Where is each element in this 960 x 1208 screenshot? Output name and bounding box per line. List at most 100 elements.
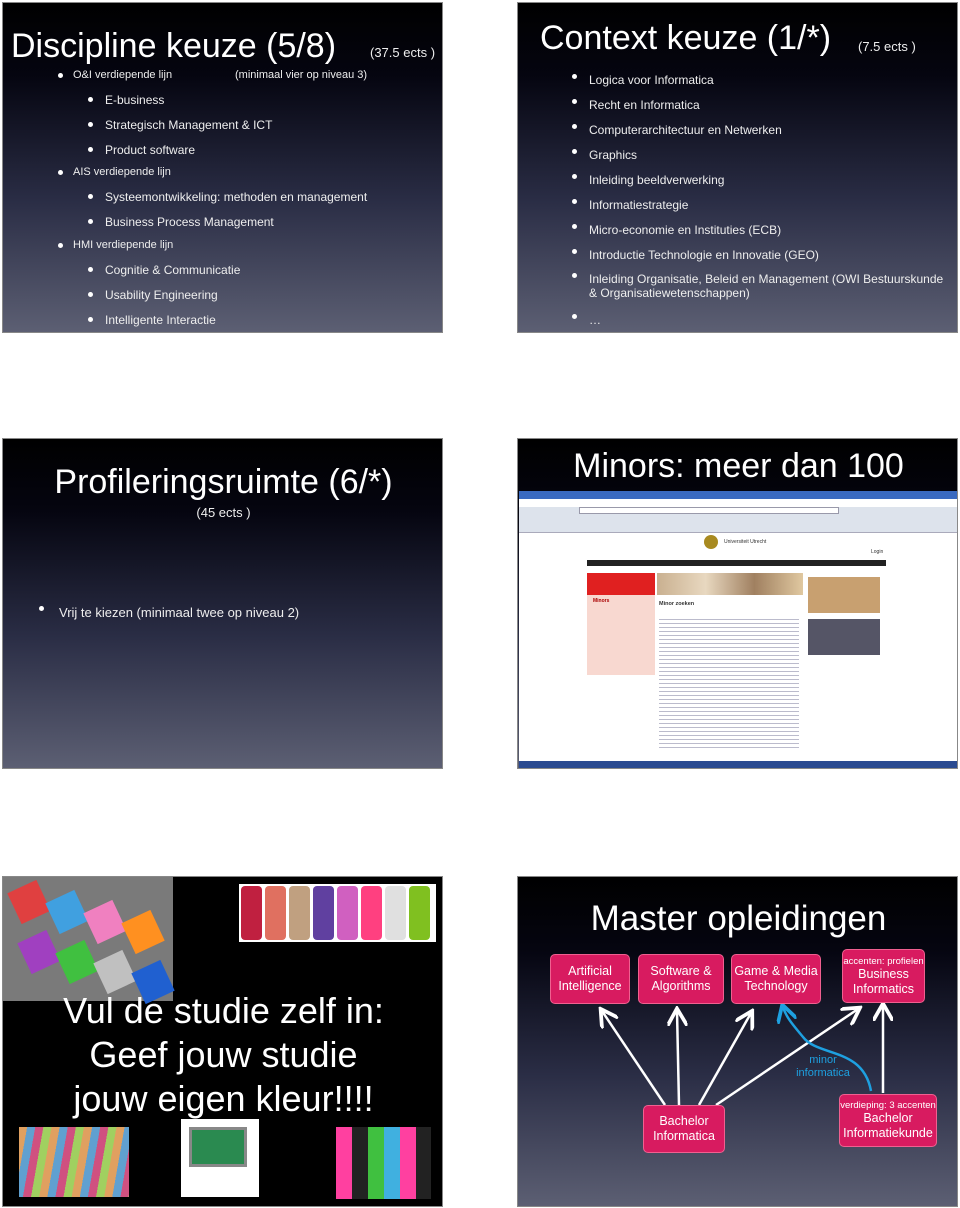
bullet-icon: [88, 194, 93, 199]
slide-eigen-kleur: Vul de studie zelf in: Geef jouw studie …: [2, 876, 443, 1207]
university-name: Universiteit Utrecht: [724, 539, 767, 545]
iphone: [289, 886, 310, 940]
slide-title: Minors: meer dan 100: [573, 447, 904, 485]
iphone: [337, 886, 358, 940]
bullet-text: Informatiestrategie: [589, 198, 689, 212]
bullet-text: Strategisch Management & ICT: [105, 118, 273, 132]
bullet-icon: [39, 606, 44, 611]
bullet-icon: [572, 149, 577, 154]
box-note: accenten: profielen: [843, 955, 924, 967]
menu-heading: Minors: [593, 598, 610, 604]
bullet-icon: [88, 267, 93, 272]
bullet-icon: [88, 292, 93, 297]
bullet-text: E-business: [105, 93, 165, 107]
bullet-icon: [88, 122, 93, 127]
photo: [808, 577, 880, 613]
bullet-text: & Organisatiewetenschappen): [589, 286, 750, 300]
browser-screenshot: Universiteit Utrecht Login Minors Minor …: [519, 491, 957, 768]
bullet-text: Intelligente Interactie: [105, 313, 216, 327]
bullet-text: Computerarchitectuur en Netwerken: [589, 123, 782, 137]
bullet-text: Micro-economie en Instituties (ECB): [589, 223, 782, 237]
bullet-text: …: [589, 313, 601, 327]
bullet-icon: [572, 224, 577, 229]
ects-label: (45 ects ): [196, 505, 251, 520]
ipod: [83, 899, 127, 945]
box-note: verdieping: 3 accenten: [840, 1100, 936, 1111]
arrow: [697, 1013, 751, 1106]
browser-toolbar: [519, 507, 957, 533]
iphone: [313, 886, 334, 940]
master-game-media: Game & Media Technology: [731, 954, 821, 1004]
slide-minors: Minors: meer dan 100 Universiteit Utrech…: [517, 438, 958, 769]
ipod: [45, 889, 89, 935]
arrow: [602, 1011, 667, 1106]
bullet-icon: [572, 199, 577, 204]
note: (minimaal vier op niveau 3): [235, 69, 368, 81]
ects-label: (7.5 ects ): [858, 39, 916, 54]
banner-photo: [657, 573, 803, 595]
bullet-icon: [58, 73, 63, 78]
slide-context-keuze: Context keuze (1/*) (7.5 ects ) Logica v…: [517, 2, 958, 333]
bullet-icon: [572, 314, 577, 319]
bullet-text: Recht en Informatica: [589, 98, 700, 112]
monitor-image: [181, 1119, 259, 1197]
photo: [808, 619, 880, 655]
bullet-icon: [88, 219, 93, 224]
line: Vul de studie zelf in:: [63, 990, 384, 1031]
bullet-text: AIS verdiepende lijn: [73, 166, 171, 178]
bullet-icon: [572, 99, 577, 104]
bullet-icon: [572, 249, 577, 254]
minor-label: minor informatica: [796, 1054, 850, 1079]
slide-profileringsruimte: Profileringsruimte (6/*) (45 ects ) Vrij…: [2, 438, 443, 769]
site-nav: [587, 560, 886, 566]
bullet-text: Systeemontwikkeling: methoden en managem…: [105, 190, 368, 204]
ipod-nanos-image: [3, 877, 175, 1005]
arrow: [677, 1011, 679, 1106]
bullet-text: Vrij te kiezen (minimaal twee op niveau …: [59, 605, 300, 620]
master-business-informatics: accenten: profielen Business Informatics: [842, 949, 925, 1003]
slide-title: Discipline keuze (5/8): [11, 27, 337, 65]
university-logo: [704, 535, 718, 549]
bullet-text: O&I verdiepende lijn: [73, 69, 173, 81]
bullet-icon: [88, 317, 93, 322]
browser-titlebar: [519, 491, 957, 499]
bullet-text: Introductie Technologie en Innovatie (GE…: [589, 248, 819, 262]
bullet-icon: [88, 97, 93, 102]
slide-title: Context keuze (1/*): [540, 19, 832, 57]
page-content: [659, 616, 799, 751]
iphone: [241, 886, 262, 940]
bullet-icon: [572, 174, 577, 179]
iphones-image: [239, 884, 436, 942]
bullet-icon: [58, 170, 63, 175]
bullet-text: Usability Engineering: [105, 288, 218, 302]
slide-discipline-keuze: Discipline keuze (5/8) (37.5 ects ) (min…: [2, 2, 443, 333]
page-heading: Minor zoeken: [659, 601, 695, 607]
bullet-icon: [88, 147, 93, 152]
bullet-icon: [58, 243, 63, 248]
slide-title: Profileringsruimte (6/*): [54, 463, 393, 501]
line: jouw eigen kleur!!!!: [73, 1078, 374, 1119]
bullet-icon: [572, 74, 577, 79]
iphone: [265, 886, 286, 940]
sidebar-menu: Minors: [587, 595, 655, 675]
ipod: [121, 909, 165, 955]
slide-text: Vul de studie zelf in: Geef jouw studie …: [3, 989, 442, 1121]
taskbar: [519, 761, 957, 768]
bullet-text: Cognitie & Communicatie: [105, 263, 241, 277]
bullet-text: Business Process Management: [105, 215, 274, 229]
iphone: [409, 886, 430, 940]
line: Geef jouw studie: [89, 1034, 358, 1075]
bachelor-informatiekunde: verdieping: 3 accenten Bachelor Informati…: [839, 1094, 937, 1147]
box-label: Bachelor Informatica: [653, 1114, 715, 1143]
ipod: [55, 939, 99, 985]
master-software-algorithms: Software & Algorithms: [638, 954, 724, 1004]
ipod: [7, 879, 51, 925]
bullet-text: Graphics: [589, 148, 638, 162]
slide-master-opleidingen: Master opleidingen Artificial Intelligen…: [517, 876, 958, 1207]
login-link[interactable]: Login: [871, 549, 883, 555]
bullet-text: Product software: [105, 143, 196, 157]
pencils-image: [19, 1127, 129, 1197]
iphone: [361, 886, 382, 940]
bullet-text: Inleiding Organisatie, Beleid en Managem…: [589, 272, 944, 286]
bachelor-informatica: Bachelor Informatica: [643, 1105, 725, 1153]
